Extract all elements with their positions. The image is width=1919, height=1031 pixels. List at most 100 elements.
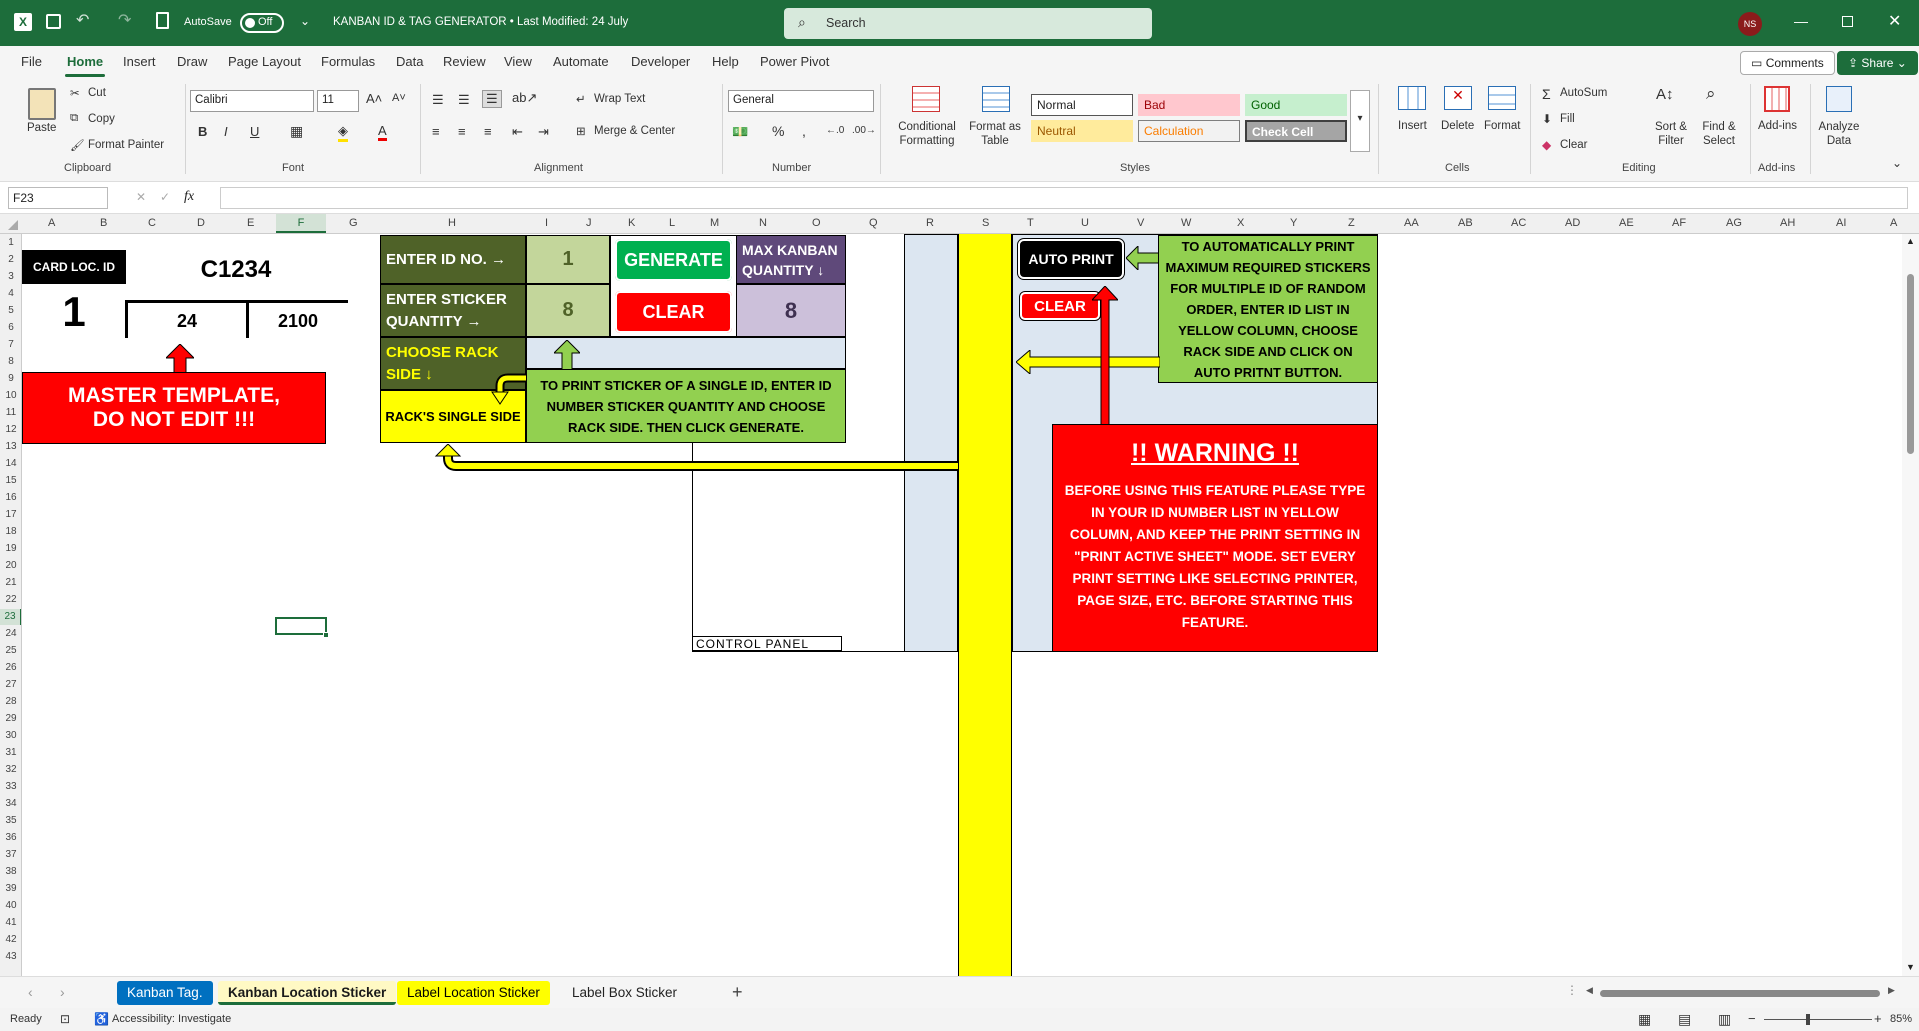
column-header[interactable]: AF: [1672, 217, 1686, 229]
row-header[interactable]: 30: [0, 730, 21, 741]
styles-gallery-more-icon[interactable]: ▾: [1350, 90, 1370, 152]
column-header[interactable]: T: [1027, 217, 1034, 229]
conditional-formatting-icon[interactable]: [912, 86, 940, 112]
sort-filter-icon[interactable]: A↕: [1656, 86, 1674, 103]
enter-qty-input[interactable]: 8: [526, 284, 610, 337]
zoom-in-icon[interactable]: +: [1874, 1011, 1882, 1026]
format-cells-icon[interactable]: [1488, 86, 1516, 110]
row-header[interactable]: 19: [0, 543, 21, 554]
menu-formulas[interactable]: Formulas: [321, 54, 375, 69]
copy-icon[interactable]: ⧉: [70, 112, 78, 125]
row-header[interactable]: 16: [0, 492, 21, 503]
grow-font-icon[interactable]: A˄: [366, 91, 382, 106]
auto-print-button[interactable]: AUTO PRINT: [1018, 239, 1124, 279]
row-header[interactable]: 17: [0, 509, 21, 520]
row-header[interactable]: 27: [0, 679, 21, 690]
row-header[interactable]: 20: [0, 560, 21, 571]
align-bottom-icon[interactable]: ☰: [482, 90, 502, 108]
align-top-icon[interactable]: ☰: [432, 92, 444, 108]
row-header[interactable]: 25: [0, 645, 21, 656]
row-header[interactable]: 37: [0, 849, 21, 860]
column-header[interactable]: L: [669, 217, 675, 229]
auto-clear-button[interactable]: CLEAR: [1020, 292, 1100, 320]
row-header[interactable]: 34: [0, 798, 21, 809]
sort-filter-button[interactable]: Sort & Filter: [1650, 120, 1692, 148]
row-header[interactable]: 11: [0, 407, 21, 418]
font-name-select[interactable]: Calibri: [190, 90, 314, 112]
menu-insert[interactable]: Insert: [123, 54, 156, 69]
document-title[interactable]: KANBAN ID & TAG GENERATOR • Last Modifie…: [333, 16, 628, 28]
add-sheet-icon[interactable]: +: [732, 982, 743, 1003]
customize-qat-icon[interactable]: ⌄: [300, 14, 310, 28]
share-button[interactable]: ⇪ Share ⌄: [1837, 51, 1918, 75]
column-header[interactable]: N: [759, 217, 767, 229]
column-header[interactable]: A: [48, 217, 55, 229]
menu-page-layout[interactable]: Page Layout: [228, 54, 301, 69]
column-header[interactable]: AB: [1458, 217, 1473, 229]
zoom-level[interactable]: 85%: [1890, 1013, 1912, 1025]
enter-icon[interactable]: ✓: [160, 190, 170, 204]
row-header[interactable]: 2: [0, 254, 21, 265]
formula-input[interactable]: [220, 187, 1908, 209]
shrink-font-icon[interactable]: A˅: [392, 92, 406, 104]
row-header-selected[interactable]: 23: [0, 609, 21, 625]
select-all-corner[interactable]: [8, 220, 18, 230]
style-bad[interactable]: Bad: [1138, 94, 1240, 116]
menu-data[interactable]: Data: [396, 54, 423, 69]
column-header[interactable]: I: [545, 217, 548, 229]
clear-icon[interactable]: ◆: [1542, 138, 1551, 152]
tab-kanban-location-sticker[interactable]: Kanban Location Sticker: [218, 981, 397, 1005]
macro-record-icon[interactable]: ⊡: [60, 1012, 70, 1026]
row-header[interactable]: 36: [0, 832, 21, 843]
restore-icon[interactable]: [1842, 16, 1853, 27]
column-header[interactable]: H: [448, 217, 456, 229]
add-ins-icon[interactable]: [1764, 86, 1790, 112]
column-header[interactable]: U: [1081, 217, 1089, 229]
row-header[interactable]: 7: [0, 339, 21, 350]
increase-indent-icon[interactable]: ⇥: [538, 124, 549, 140]
prev-sheet-icon[interactable]: ‹: [28, 984, 33, 1000]
column-header[interactable]: M: [710, 217, 719, 229]
column-header[interactable]: X: [1237, 217, 1244, 229]
row-header[interactable]: 9: [0, 373, 21, 384]
underline-icon[interactable]: U: [250, 124, 259, 139]
row-header[interactable]: 41: [0, 917, 21, 928]
name-box[interactable]: F23: [8, 187, 108, 209]
row-header[interactable]: 40: [0, 900, 21, 911]
conditional-formatting-button[interactable]: Conditional Formatting: [894, 120, 960, 148]
column-header[interactable]: V: [1137, 217, 1144, 229]
row-header[interactable]: 29: [0, 713, 21, 724]
bold-icon[interactable]: B: [198, 124, 207, 139]
align-left-icon[interactable]: ≡: [432, 124, 440, 139]
row-header[interactable]: 5: [0, 305, 21, 316]
align-center-icon[interactable]: ≡: [458, 124, 466, 139]
analyze-data-icon[interactable]: [1826, 86, 1852, 112]
paste-icon[interactable]: [28, 88, 56, 120]
column-header[interactable]: S: [982, 217, 989, 229]
row-header[interactable]: 15: [0, 475, 21, 486]
row-header[interactable]: 10: [0, 390, 21, 401]
normal-view-icon[interactable]: ▦: [1638, 1011, 1651, 1028]
row-header[interactable]: 4: [0, 288, 21, 299]
column-header[interactable]: C: [148, 217, 156, 229]
currency-icon[interactable]: 💵: [732, 124, 748, 140]
row-header[interactable]: 35: [0, 815, 21, 826]
collapse-ribbon-icon[interactable]: ⌄: [1892, 156, 1902, 170]
format-painter-icon[interactable]: 🖌: [70, 138, 85, 152]
column-header[interactable]: AD: [1565, 217, 1580, 229]
tab-kanban-tag[interactable]: Kanban Tag.: [117, 981, 213, 1005]
column-header[interactable]: K: [628, 217, 635, 229]
wrap-text-button[interactable]: Wrap Text: [594, 93, 645, 105]
minimize-icon[interactable]: —: [1794, 13, 1808, 29]
row-header[interactable]: 8: [0, 356, 21, 367]
style-good[interactable]: Good: [1245, 94, 1347, 116]
format-as-table-icon[interactable]: [982, 86, 1010, 112]
row-header[interactable]: 13: [0, 441, 21, 452]
increase-decimal-icon[interactable]: ←.0: [826, 125, 844, 136]
delete-cells-icon[interactable]: ✕: [1444, 86, 1472, 110]
row-header[interactable]: 3: [0, 271, 21, 282]
percent-icon[interactable]: %: [772, 123, 784, 139]
row-header[interactable]: 24: [0, 628, 21, 639]
column-header[interactable]: AH: [1780, 217, 1795, 229]
row-header[interactable]: 38: [0, 866, 21, 877]
